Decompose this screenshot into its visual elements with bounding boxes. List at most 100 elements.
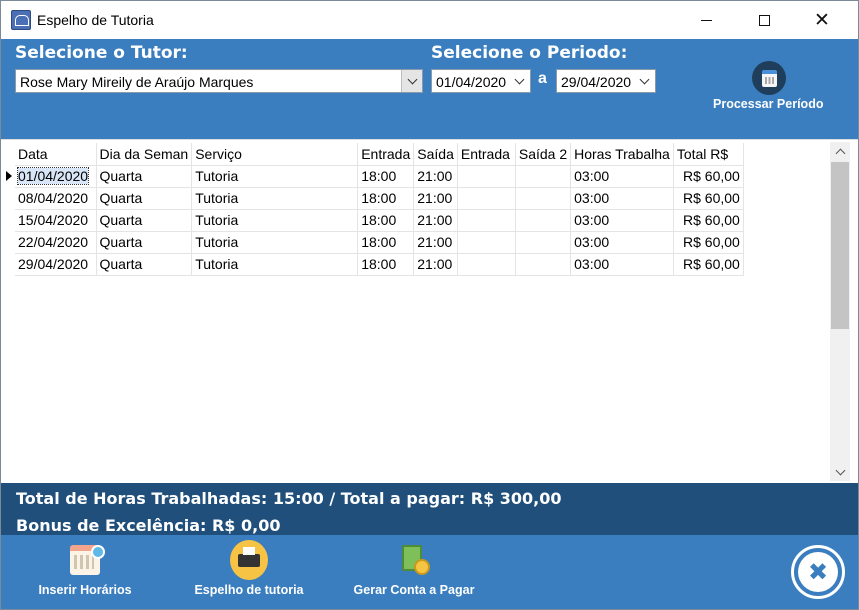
table-cell[interactable]: 18:00	[357, 253, 415, 276]
vertical-scrollbar[interactable]	[830, 142, 850, 481]
column-header[interactable]: Dia da Seman	[96, 143, 193, 166]
minimize-icon	[700, 19, 712, 21]
date-start-picker[interactable]: 01/04/2020	[431, 69, 531, 93]
table-cell[interactable]: Quarta	[96, 209, 193, 232]
column-header[interactable]: Data	[15, 143, 97, 166]
table-cell[interactable]: 18:00	[357, 165, 415, 188]
scroll-down-arrow-icon[interactable]	[830, 463, 850, 481]
table-cell[interactable]: Tutoria	[191, 187, 359, 210]
table-cell[interactable]: 21:00	[413, 209, 458, 232]
minimize-button[interactable]	[677, 1, 735, 39]
column-header[interactable]: Horas Trabalha	[570, 143, 674, 166]
filter-panel: Selecione o Tutor: Selecione o Periodo: …	[1, 39, 858, 139]
table-cell[interactable]: Quarta	[96, 231, 193, 254]
table-cell[interactable]	[457, 209, 516, 232]
table-cell[interactable]: 08/04/2020	[15, 187, 97, 210]
tutor-label: Selecione o Tutor:	[15, 43, 188, 63]
table-cell[interactable]: Quarta	[96, 253, 193, 276]
table-cell[interactable]: Tutoria	[191, 165, 359, 188]
table-cell[interactable]	[457, 231, 516, 254]
data-grid: Data Dia da Seman Serviço Entrada Saída …	[1, 139, 858, 483]
gerar-conta-pagar-button[interactable]: Gerar Conta a Pagar	[345, 541, 483, 597]
table-cell[interactable]: 03:00	[570, 209, 674, 232]
tutoria-table: Data Dia da Seman Serviço Entrada Saída …	[15, 143, 744, 276]
table-cell[interactable]: R$ 60,00	[673, 209, 744, 232]
close-icon: ✖	[798, 552, 838, 592]
table-cell[interactable]	[457, 253, 516, 276]
process-period-button[interactable]: Processar Período	[713, 97, 823, 111]
bottom-toolbar: Inserir Horários Espelho de tutoria Gera…	[1, 535, 858, 609]
date-separator: a	[538, 70, 547, 87]
chevron-down-icon[interactable]	[634, 70, 655, 92]
inserir-horarios-button[interactable]: Inserir Horários	[29, 541, 141, 597]
chevron-down-icon[interactable]	[509, 70, 530, 92]
table-header-row: Data Dia da Seman Serviço Entrada Saída …	[15, 143, 744, 166]
table-cell[interactable]	[515, 231, 572, 254]
column-header[interactable]: Entrada	[457, 143, 516, 166]
window-close-button[interactable]: ✕	[793, 1, 851, 39]
maximize-button[interactable]	[735, 1, 793, 39]
table-row[interactable]: 15/04/2020 Quarta Tutoria 18:00 21:00 03…	[15, 209, 744, 232]
close-form-button[interactable]: ✖	[791, 545, 845, 599]
scroll-up-arrow-icon[interactable]	[830, 142, 850, 160]
table-cell[interactable]	[515, 187, 572, 210]
tutor-select[interactable]: Rose Mary Mireily de Araújo Marques	[15, 69, 423, 93]
espelho-tutoria-label: Espelho de tutoria	[194, 583, 304, 597]
table-cell[interactable]: 21:00	[413, 253, 458, 276]
table-cell[interactable]: 18:00	[357, 231, 415, 254]
table-row[interactable]: 08/04/2020 Quarta Tutoria 18:00 21:00 03…	[15, 187, 744, 210]
maximize-icon	[758, 14, 770, 26]
column-header[interactable]: Serviço	[191, 143, 359, 166]
column-header[interactable]: Saída 2	[515, 143, 572, 166]
table-cell[interactable]: 15/04/2020	[15, 209, 97, 232]
table-cell[interactable]: 03:00	[570, 165, 674, 188]
table-cell[interactable]: 01/04/2020	[15, 165, 97, 188]
table-cell[interactable]: 03:00	[570, 187, 674, 210]
table-cell[interactable]	[515, 209, 572, 232]
table-cell[interactable]: 18:00	[357, 209, 415, 232]
clock-icon	[91, 545, 105, 559]
money-icon	[395, 541, 433, 579]
table-cell[interactable]	[457, 187, 516, 210]
table-cell[interactable]: R$ 60,00	[673, 231, 744, 254]
app-window: Espelho de Tutoria ✕ Selecione o Tutor: …	[0, 0, 859, 610]
table-cell[interactable]: Quarta	[96, 165, 193, 188]
table-cell[interactable]: Tutoria	[191, 253, 359, 276]
table-cell[interactable]: R$ 60,00	[673, 253, 744, 276]
printer-icon	[230, 540, 268, 580]
table-cell[interactable]: Tutoria	[191, 231, 359, 254]
table-cell[interactable]: 21:00	[413, 187, 458, 210]
scroll-thumb[interactable]	[831, 162, 849, 329]
periodo-label: Selecione o Periodo:	[431, 43, 628, 63]
espelho-tutoria-button[interactable]: Espelho de tutoria	[187, 540, 311, 597]
window-title: Espelho de Tutoria	[37, 12, 154, 28]
table-cell[interactable]: R$ 60,00	[673, 187, 744, 210]
table-row[interactable]: 01/04/2020 Quarta Tutoria 18:00 21:00 03…	[15, 165, 744, 188]
table-cell[interactable]: R$ 60,00	[673, 165, 744, 188]
table-cell[interactable]	[457, 165, 516, 188]
table-cell[interactable]: 03:00	[570, 231, 674, 254]
chevron-down-icon[interactable]	[401, 70, 422, 92]
table-row[interactable]: 22/04/2020 Quarta Tutoria 18:00 21:00 03…	[15, 231, 744, 254]
table-cell[interactable]	[515, 253, 572, 276]
table-cell[interactable]	[515, 165, 572, 188]
table-row[interactable]: 29/04/2020 Quarta Tutoria 18:00 21:00 03…	[15, 253, 744, 276]
gerar-conta-pagar-label: Gerar Conta a Pagar	[353, 583, 475, 597]
table-cell[interactable]: 03:00	[570, 253, 674, 276]
table-cell[interactable]: 29/04/2020	[15, 253, 97, 276]
calendar-icon[interactable]	[752, 61, 786, 95]
date-end-picker[interactable]: 29/04/2020	[556, 69, 656, 93]
table-cell[interactable]: Quarta	[96, 187, 193, 210]
table-cell[interactable]: 22/04/2020	[15, 231, 97, 254]
bonus-text: Bonus de Excelência: R$ 0,00	[16, 516, 281, 535]
date-start-value: 01/04/2020	[436, 74, 507, 90]
table-cell[interactable]: Tutoria	[191, 209, 359, 232]
current-row-indicator	[6, 171, 12, 181]
table-cell[interactable]: 18:00	[357, 187, 415, 210]
graduation-cap-icon	[11, 10, 31, 30]
column-header[interactable]: Total R$	[673, 143, 744, 166]
table-cell[interactable]: 21:00	[413, 231, 458, 254]
column-header[interactable]: Saída	[413, 143, 458, 166]
table-cell[interactable]: 21:00	[413, 165, 458, 188]
column-header[interactable]: Entrada	[357, 143, 415, 166]
